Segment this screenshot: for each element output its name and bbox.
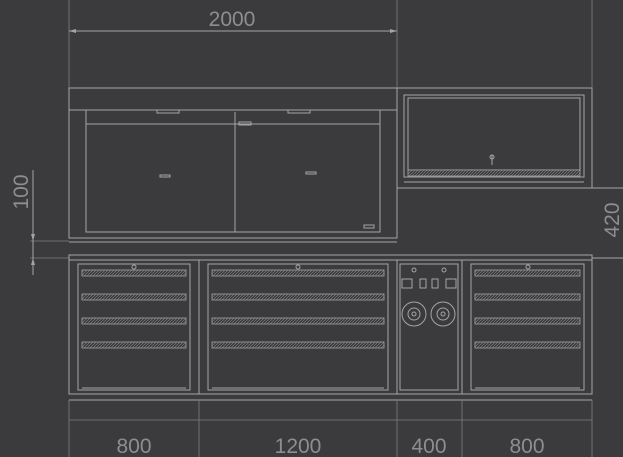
- base-counter: [68, 254, 593, 421]
- dimension-label-400: 400: [411, 435, 446, 457]
- module-1-drawers: [77, 263, 191, 391]
- dimension-label-800-right: 800: [509, 435, 544, 457]
- module-3-control-panel: [399, 263, 459, 391]
- upper-right-cabinet: [396, 87, 593, 189]
- module-4-drawers: [470, 263, 585, 391]
- dimension-label-420: 420: [601, 202, 623, 237]
- dimension-overall-width: 2000: [68, 0, 593, 90]
- module-2-drawers: [207, 263, 389, 391]
- dimension-left-height: 100: [10, 170, 69, 275]
- dimension-label-100: 100: [10, 174, 33, 209]
- dimension-label-1200: 1200: [275, 435, 322, 457]
- elevation-drawing: 2000 100 420 800 1200 400 800: [10, 0, 623, 457]
- dimension-label-800-left: 800: [116, 435, 151, 457]
- dimension-right-height: 420: [592, 187, 623, 259]
- upper-display-cabinet: [68, 87, 398, 243]
- dimension-modules: 800 1200 400 800: [68, 400, 593, 457]
- dimension-label-2000: 2000: [209, 8, 256, 31]
